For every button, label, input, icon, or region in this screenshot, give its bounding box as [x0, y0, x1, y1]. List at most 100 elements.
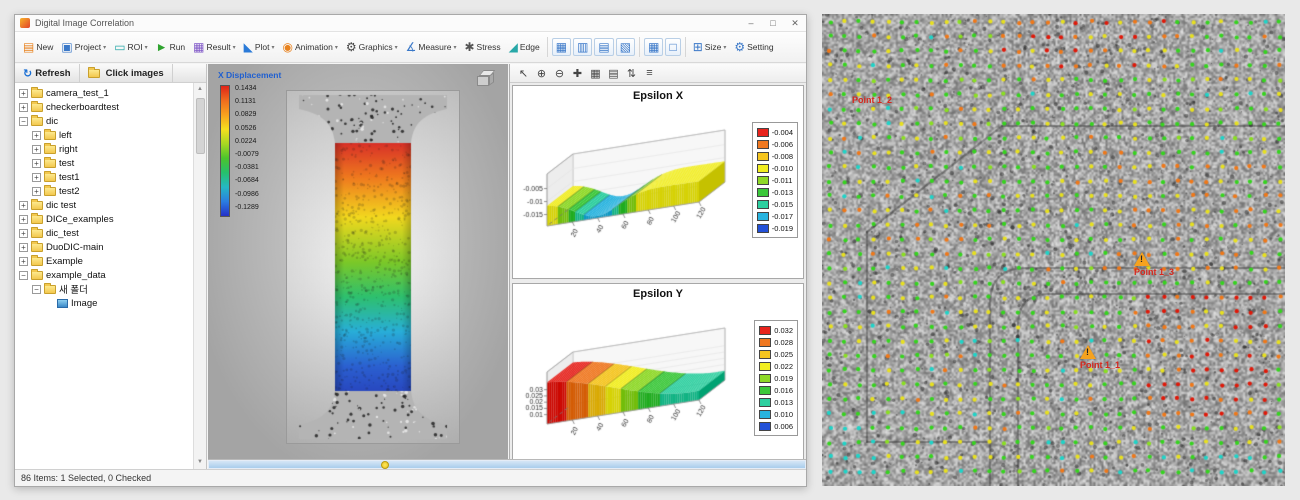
tree-expander-icon[interactable]: −	[32, 285, 41, 294]
tree-expander-icon[interactable]: −	[19, 271, 28, 280]
tree-item-7[interactable]: +test2	[15, 184, 193, 198]
tree-expander-icon[interactable]: +	[32, 173, 41, 182]
click-images-tab[interactable]: Click images	[80, 64, 173, 82]
sidebar-scrollbar[interactable]: ▲ ▼	[193, 83, 206, 469]
surface-plot-epsilon-x[interactable]	[517, 108, 741, 258]
close-button[interactable]: ✕	[784, 15, 806, 32]
tree-item-3[interactable]: +left	[15, 128, 193, 142]
grid-icon[interactable]: ▦	[588, 67, 603, 80]
toolbar-stress-button[interactable]: ✱Stress	[460, 39, 504, 55]
tree-item-8[interactable]: + dic test	[15, 198, 193, 212]
toolbar-layout-2-button[interactable]: ▥	[573, 38, 592, 56]
toolbar-project-button[interactable]: ▣Project▾	[57, 39, 110, 55]
scroll-down-icon[interactable]: ▼	[197, 456, 203, 469]
toolbar-run-button[interactable]: ►Run	[152, 39, 189, 55]
tree-item-2[interactable]: −dic	[15, 114, 193, 128]
legend-row: 0.013	[759, 396, 793, 408]
tree-item-12[interactable]: +Example	[15, 254, 193, 268]
legend-row: -0.013	[757, 186, 793, 198]
tree-expander-icon[interactable]: +	[19, 103, 28, 112]
tree-item-label: DuoDIC-main	[46, 242, 104, 253]
toolbar-layout-3-button[interactable]: ▤	[594, 38, 613, 56]
tree-item-11[interactable]: + DuoDIC-main	[15, 240, 193, 254]
chevron-down-icon: ▾	[103, 44, 106, 51]
minimize-button[interactable]: –	[740, 15, 762, 32]
toolbar-new-button[interactable]: ▤New	[19, 39, 57, 55]
maximize-button[interactable]: □	[762, 15, 784, 32]
toolbar-result-button[interactable]: ▦Result▾	[189, 39, 239, 55]
zoom-out-icon[interactable]: ⊖	[552, 67, 567, 80]
view-cube-gizmo[interactable]	[476, 70, 498, 90]
tree-expander-icon[interactable]: +	[19, 243, 28, 252]
tree-expander-icon[interactable]: +	[19, 229, 28, 238]
tree-item-6[interactable]: +test1	[15, 170, 193, 184]
toolbar-setting-button[interactable]: ⚙Setting	[730, 39, 777, 55]
surface-plot-epsilon-y[interactable]	[517, 306, 741, 456]
folder-icon	[31, 243, 43, 252]
pan-icon[interactable]: ✚	[570, 67, 585, 80]
tree-expander-icon[interactable]: +	[19, 257, 28, 266]
tree-item-0[interactable]: +camera_test_1	[15, 86, 193, 100]
tree-item-9[interactable]: +DICe_examples	[15, 212, 193, 226]
tree-item-label: checkerboardtest	[46, 102, 119, 113]
tree-item-1[interactable]: + checkerboardtest	[15, 100, 193, 114]
toolbar-layout-6-button[interactable]: □	[665, 38, 680, 56]
zoom-in-icon[interactable]: ⊕	[534, 67, 549, 80]
refresh-button[interactable]: ↻ Refresh	[15, 64, 80, 82]
toolbar-size-button[interactable]: ⊞Size▾	[689, 39, 731, 55]
tree-expander-icon[interactable]: +	[19, 201, 28, 210]
legend-color-chip	[759, 374, 771, 383]
select-arrow-icon[interactable]: ↖	[516, 67, 531, 80]
tree-expander-icon[interactable]: +	[32, 187, 41, 196]
toolbar-animation-button[interactable]: ◉Animation▾	[279, 39, 342, 55]
table-icon[interactable]: ▤	[606, 67, 621, 80]
tree-expander-icon[interactable]: +	[32, 159, 41, 168]
tree-expander-icon[interactable]: +	[32, 145, 41, 154]
tree-expander-icon[interactable]: +	[32, 131, 41, 140]
tree-item-5[interactable]: +test	[15, 156, 193, 170]
tree-expander-icon[interactable]: +	[19, 215, 28, 224]
legend-row: -0.008	[757, 150, 793, 162]
legend-value: 0.028	[774, 338, 793, 347]
file-tree: +camera_test_1+checkerboardtest−dic+left…	[15, 83, 193, 469]
toolbar-graphics-button[interactable]: ⚙Graphics▾	[342, 39, 402, 55]
legend-row: -0.010	[757, 162, 793, 174]
speckle-image-view[interactable]: Point 1_2Point 1_3Point 1_1	[822, 14, 1285, 486]
swap-vertical-icon[interactable]: ⇅	[624, 67, 639, 80]
tree-item-13[interactable]: −example_data	[15, 268, 193, 282]
toolbar-layout-4-button[interactable]: ▧	[616, 38, 635, 56]
image-viewer[interactable]: X Displacement 0.14340.11310.08290.05260…	[208, 64, 508, 459]
legend-row: -0.015	[757, 198, 793, 210]
legend-row: 0.019	[759, 372, 793, 384]
legend-color-chip	[757, 176, 769, 185]
tree-item-label: dic test	[46, 200, 76, 211]
click-images-label: Click images	[106, 68, 164, 79]
tree-item-15[interactable]: +Image	[15, 296, 193, 310]
app-window: Digital Image Correlation – □ ✕ ▤New▣Pro…	[14, 14, 807, 487]
tree-item-14[interactable]: −새 폴더	[15, 282, 193, 296]
legend-row: 0.028	[759, 336, 793, 348]
chevron-down-icon: ▾	[453, 44, 456, 51]
toolbar-label: Result	[207, 42, 231, 52]
folder-icon	[44, 131, 56, 140]
scroll-up-icon[interactable]: ▲	[197, 83, 203, 96]
tree-item-10[interactable]: +dic_test	[15, 226, 193, 240]
toolbar-layout-1-button[interactable]: ▦	[552, 38, 571, 56]
legend-color-chip	[759, 422, 771, 431]
menu-icon[interactable]: ≡	[642, 67, 657, 79]
chevron-down-icon: ▾	[723, 44, 726, 51]
toolbar-edge-button[interactable]: ◢Edge	[505, 39, 544, 55]
slider-fill	[209, 461, 805, 468]
legend-row: 0.010	[759, 408, 793, 420]
toolbar-layout-5-button[interactable]: ▦	[644, 38, 663, 56]
folder-icon	[31, 201, 43, 210]
toolbar-plot-button[interactable]: ◣Plot▾	[240, 39, 279, 55]
frame-slider[interactable]	[208, 459, 806, 469]
colorbar-value: 0.0224	[235, 135, 259, 148]
toolbar-measure-button[interactable]: ∡Measure▾	[402, 39, 461, 55]
scrollbar-thumb[interactable]	[196, 98, 205, 154]
tree-item-4[interactable]: +right	[15, 142, 193, 156]
tree-expander-icon[interactable]: +	[19, 89, 28, 98]
toolbar-roi-button[interactable]: ▭ROI▾	[110, 39, 151, 55]
tree-expander-icon[interactable]: −	[19, 117, 28, 126]
